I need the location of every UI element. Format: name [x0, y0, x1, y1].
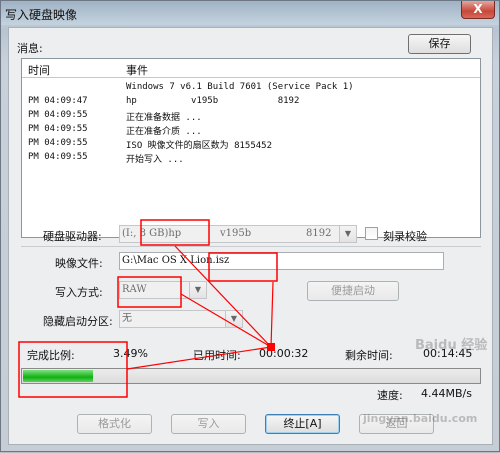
write-disk-image-dialog: 写入硬盘映像 X 消息: 保存 时间 事件 Windows 7 v6.1 Bui…	[0, 0, 500, 452]
log-event: 正在准备介质 ...	[126, 127, 202, 137]
progress-fill	[23, 370, 93, 382]
log-header: 时间 事件	[22, 59, 480, 77]
log-event: 开始写入 ...	[126, 155, 184, 165]
elapsed-value: 00:00:32	[259, 347, 309, 360]
log-header-divider	[22, 77, 480, 78]
chevron-down-icon: ▼	[225, 311, 242, 327]
log-event: ISO 映像文件的扇区数为 8155452	[126, 141, 273, 151]
log-time: PM 04:09:55	[28, 138, 88, 148]
log-event: hp v195b 8192	[126, 96, 300, 106]
verify-label: 刻录校验	[383, 230, 427, 243]
log-time: PM 04:09:55	[28, 124, 88, 134]
dialog-body: 消息: 保存 时间 事件 Windows 7 v6.1 Build 7601 (…	[8, 27, 493, 445]
speed-value: 4.44MB/s	[421, 387, 472, 400]
log-row: PM 04:09:55 正在准备介质 ...	[22, 123, 480, 137]
quick-boot-button[interactable]: 便捷启动	[307, 281, 399, 301]
baidu-watermark-top: Baidu 经验	[415, 338, 488, 353]
log-row: Windows 7 v6.1 Build 7601 (Service Pack …	[22, 81, 480, 95]
log-row: PM 04:09:47 hp v195b 8192	[22, 95, 480, 109]
log-row: PM 04:09:55 正在准备数据 ...	[22, 109, 480, 123]
write-progress-bar	[21, 368, 481, 384]
hidden-partition-value: 无	[122, 313, 132, 324]
verify-checkbox[interactable]	[365, 227, 378, 240]
log-event: Windows 7 v6.1 Build 7601 (Service Pack …	[126, 82, 354, 92]
image-file-value: G:\Mac OS X Lion.isz	[122, 255, 230, 266]
hidden-partition-select[interactable]: 无 ▼	[119, 310, 243, 328]
baidu-watermark-bottom: jingyan.baidu.com	[363, 412, 478, 425]
window-title: 写入硬盘映像	[5, 8, 78, 22]
drive-label: 硬盘驱动器:	[43, 230, 102, 243]
separator	[21, 246, 481, 247]
speed-label: 速度:	[377, 389, 403, 402]
image-file-label: 映像文件:	[55, 257, 103, 270]
log-row: PM 04:09:55 开始写入 ...	[22, 151, 480, 165]
drive-value: (I:, 8 GB)hp	[122, 228, 182, 239]
image-file-input[interactable]: G:\Mac OS X Lion.isz	[119, 252, 444, 270]
complete-label: 完成比例:	[27, 349, 75, 362]
log-row: PM 04:09:55 ISO 映像文件的扇区数为 8155452	[22, 137, 480, 151]
remaining-label: 剩余时间:	[345, 349, 393, 362]
log-time: PM 04:09:55	[28, 152, 88, 162]
format-button[interactable]: 格式化	[77, 414, 152, 434]
drive-rev: v195b	[220, 228, 252, 239]
write-method-value: RAW	[122, 284, 147, 295]
log-time: PM 04:09:55	[28, 110, 88, 120]
close-button[interactable]: X	[461, 1, 495, 19]
close-icon: X	[473, 2, 483, 16]
title-bar: 写入硬盘映像 X	[1, 1, 499, 25]
chevron-down-icon: ▼	[339, 226, 356, 242]
write-method-label: 写入方式:	[55, 286, 103, 299]
hidden-partition-label: 隐藏启动分区:	[43, 315, 113, 328]
elapsed-label: 已用时间:	[193, 349, 241, 362]
drive-select[interactable]: (I:, 8 GB)hp v195b 8192 ▼	[119, 225, 357, 243]
column-time: 时间	[28, 64, 50, 77]
drive-size: 8192	[306, 228, 332, 239]
message-log[interactable]: 时间 事件 Windows 7 v6.1 Build 7601 (Service…	[21, 58, 481, 238]
log-time: PM 04:09:47	[28, 96, 88, 106]
stop-button[interactable]: 终止[A]	[265, 414, 340, 434]
write-method-select[interactable]: RAW ▼	[119, 281, 207, 299]
chevron-down-icon: ▼	[189, 282, 206, 298]
messages-label: 消息:	[17, 42, 43, 55]
write-button[interactable]: 写入	[171, 414, 246, 434]
complete-value: 3.49%	[113, 347, 148, 360]
column-event: 事件	[126, 64, 148, 77]
log-event: 正在准备数据 ...	[126, 113, 202, 123]
save-button[interactable]: 保存	[408, 34, 471, 54]
